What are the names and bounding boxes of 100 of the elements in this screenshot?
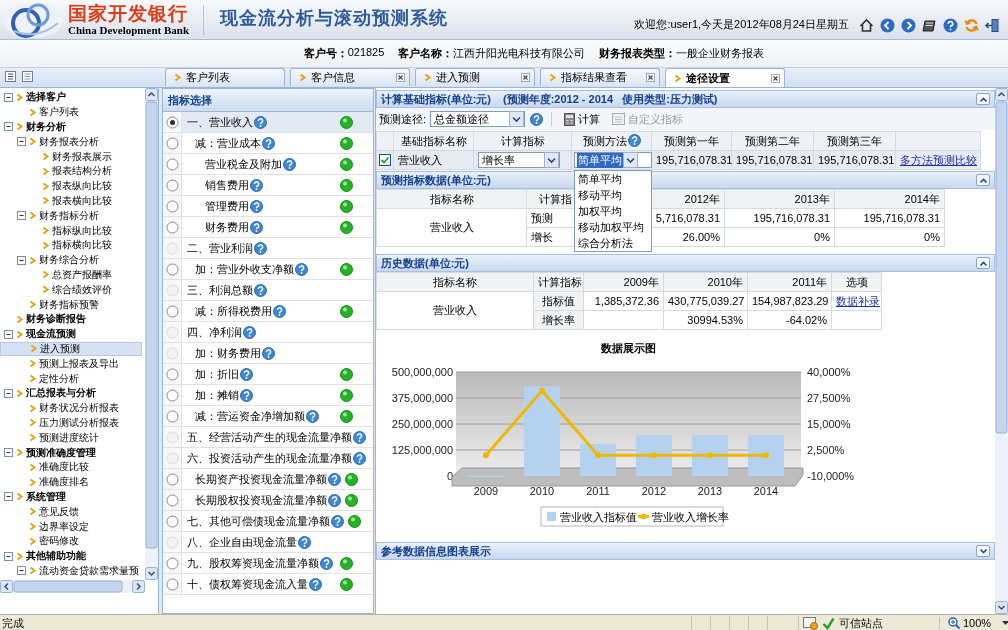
help-icon[interactable] (254, 241, 267, 255)
caret-icon[interactable] (1002, 621, 1008, 625)
tree-item[interactable]: 财务状况分析报表 (0, 400, 145, 416)
tree-item[interactable]: 财务诊断报告 (0, 311, 145, 327)
tree-item[interactable]: 总资产报酬率 (0, 267, 145, 283)
tree-item[interactable]: 财务指标分析 (0, 208, 145, 224)
tree-item[interactable]: 指标纵向比较 (0, 223, 145, 238)
calculate-button[interactable]: 计算 (560, 111, 605, 127)
zoom-level[interactable]: 100% (963, 617, 992, 629)
vertical-scrollbar[interactable] (995, 88, 1008, 614)
help-icon[interactable] (262, 346, 275, 360)
collapse-icon[interactable] (4, 492, 13, 502)
help-icon[interactable] (306, 409, 319, 423)
tree-item[interactable]: 指标横向比较 (0, 237, 145, 253)
radio-button[interactable] (165, 388, 179, 402)
tree-item[interactable]: 预测进度统计 (0, 430, 145, 446)
collapse-icon[interactable] (17, 211, 26, 221)
zoom-icon[interactable] (948, 617, 960, 629)
dropdown-option[interactable]: 移动平均 (575, 187, 651, 203)
radio-button[interactable] (165, 304, 179, 318)
radio-button[interactable] (165, 367, 179, 381)
tree-item[interactable]: 定性分析 (0, 371, 145, 386)
tree-item[interactable]: 密码修改 (0, 533, 145, 549)
collapse-icon[interactable] (4, 448, 13, 457)
tree-item[interactable]: 边界率设定 (0, 519, 145, 534)
vertical-scrollbar[interactable] (145, 88, 158, 580)
tree-item[interactable]: 系统管理 (0, 489, 145, 505)
radio-button[interactable] (165, 115, 179, 129)
help-icon[interactable] (309, 577, 322, 591)
tree-view-icon[interactable] (5, 70, 16, 82)
help-icon[interactable] (298, 535, 311, 549)
tree-item[interactable]: 报表结构分析 (0, 164, 145, 179)
help-icon[interactable] (250, 199, 263, 213)
tree-item[interactable]: 汇总报表与分析 (0, 385, 145, 401)
tab[interactable]: 客户列表 (165, 68, 285, 86)
help-icon[interactable] (530, 112, 544, 126)
collapse-icon[interactable] (17, 566, 26, 576)
radio-button[interactable] (165, 136, 179, 150)
collapse-icon[interactable] (4, 122, 13, 132)
caret-icon[interactable] (509, 111, 525, 127)
radio-button[interactable] (165, 220, 179, 234)
tree-item[interactable]: 财务分析 (0, 119, 145, 135)
help-icon[interactable] (240, 388, 253, 402)
help-icon[interactable] (240, 367, 253, 381)
help-icon[interactable] (331, 514, 344, 528)
list-view-icon[interactable] (22, 70, 33, 82)
radio-button[interactable] (165, 178, 179, 192)
help-icon[interactable] (353, 430, 366, 444)
tree-item[interactable]: 准确度排名 (0, 474, 145, 490)
caret-icon[interactable] (544, 152, 559, 168)
help-icon[interactable] (353, 451, 366, 465)
tree-item[interactable]: 报表横向比较 (0, 193, 145, 209)
dropdown-option[interactable]: 移动加权平均 (575, 219, 651, 235)
caret-icon[interactable] (623, 152, 638, 168)
collapse-button[interactable] (976, 257, 990, 269)
collapse-icon[interactable] (4, 551, 13, 561)
radio-button[interactable] (165, 472, 179, 486)
horizontal-scrollbar[interactable] (0, 580, 145, 593)
tree-item[interactable]: 报表纵向比较 (0, 178, 145, 194)
collapse-icon[interactable] (4, 388, 13, 398)
tree-item[interactable]: 现金流预测 (0, 326, 145, 342)
help-icon[interactable] (295, 262, 308, 276)
forward-icon[interactable] (901, 18, 916, 33)
tree-item[interactable]: 预测上报表及导出 (0, 356, 145, 372)
help-icon[interactable] (328, 472, 341, 486)
tree-item[interactable]: 财务指标预警 (0, 297, 145, 312)
collapse-icon[interactable] (17, 137, 26, 147)
checkbox[interactable] (379, 154, 391, 166)
help-icon[interactable] (320, 556, 333, 570)
close-icon[interactable] (771, 73, 780, 83)
help-icon[interactable] (250, 220, 263, 234)
close-icon[interactable] (521, 73, 530, 82)
back-icon[interactable] (880, 18, 895, 33)
exit-icon[interactable] (985, 18, 1000, 33)
help-icon[interactable] (283, 157, 296, 171)
help-icon[interactable] (627, 133, 641, 147)
tab[interactable]: 途径设置 (665, 68, 785, 87)
select-field[interactable]: 增长率 (478, 152, 560, 168)
help-icon[interactable] (254, 115, 267, 129)
help-icon[interactable] (262, 136, 275, 150)
dropdown-option[interactable]: 综合分析法 (575, 235, 651, 251)
tree-item[interactable]: 意见反馈 (0, 504, 145, 520)
help-icon[interactable] (328, 493, 341, 507)
collapse-button[interactable] (976, 174, 990, 186)
collapse-button[interactable] (976, 93, 990, 105)
home-icon[interactable] (859, 18, 874, 33)
tree-item[interactable]: 财务报表展示 (0, 149, 145, 164)
close-icon[interactable] (396, 73, 405, 82)
radio-button[interactable] (165, 262, 179, 276)
collapse-icon[interactable] (17, 255, 26, 265)
close-icon[interactable] (646, 73, 655, 82)
tab[interactable]: 客户信息 (290, 68, 410, 86)
tree-item[interactable]: 客户列表 (0, 104, 145, 120)
expand-button[interactable] (976, 545, 990, 557)
dropdown-option[interactable]: 加权平均 (575, 203, 651, 219)
tree-item[interactable]: 其他辅助功能 (0, 548, 145, 564)
tab[interactable]: 指标结果查看 (540, 68, 660, 86)
help-icon[interactable] (273, 304, 286, 318)
radio-button[interactable] (165, 409, 179, 423)
dropdown-option[interactable]: 简单平均 (575, 171, 651, 187)
